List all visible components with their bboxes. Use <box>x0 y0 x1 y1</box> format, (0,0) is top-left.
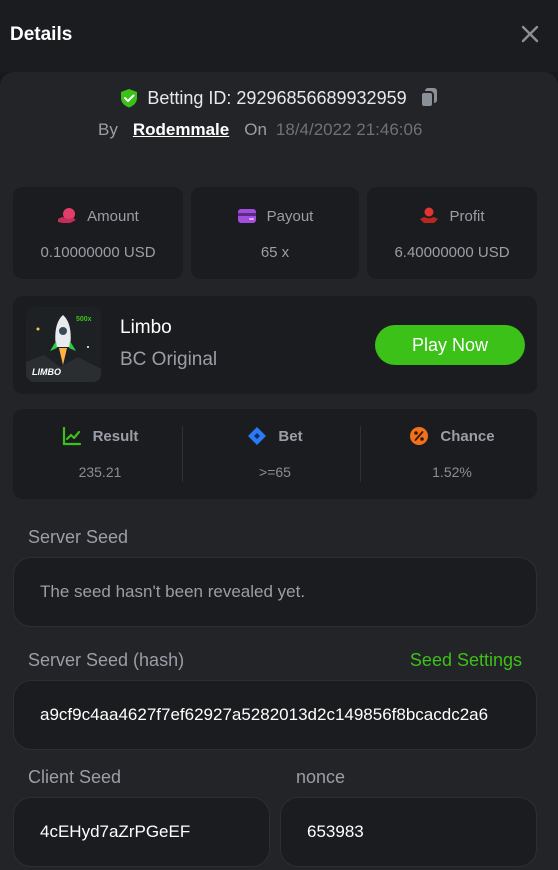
server-seed-field[interactable]: The seed hasn't been revealed yet. <box>13 557 537 627</box>
game-name: Limbo <box>120 317 172 338</box>
result-chart-icon <box>62 426 81 446</box>
server-seed-label: Server Seed <box>28 527 129 547</box>
seed-settings-link[interactable]: Seed Settings <box>410 650 522 671</box>
on-label: On <box>244 120 267 139</box>
stat-value: 0.10000000 USD <box>40 244 156 261</box>
thumb-badge: 500x <box>76 316 92 323</box>
game-card: 500x LIMBO Limbo BC Original Play Now <box>13 296 537 394</box>
divider <box>182 426 183 482</box>
stat-label: Amount <box>87 207 139 225</box>
modal-header: Details <box>0 0 558 72</box>
nonce-label: nonce <box>296 767 346 787</box>
username-link[interactable]: Rodemmale <box>133 120 229 140</box>
shield-check-icon <box>121 89 138 108</box>
stat-label: Payout <box>266 207 314 225</box>
nonce-field[interactable]: 653983 <box>280 797 537 867</box>
stat-card-profit: Profit 6.40000000 USD <box>367 187 537 279</box>
chance-column: Chance 1.52% <box>365 409 539 499</box>
by-label: By <box>98 120 118 139</box>
server-seed-hash-label: Server Seed (hash) <box>28 650 185 670</box>
client-seed-field[interactable]: 4cEHyd7aZrPGeEF <box>13 797 270 867</box>
thumb-title: LIMBO <box>32 367 61 377</box>
result-value: 235.21 <box>78 464 122 480</box>
stat-card-payout: Payout 65 x <box>191 187 359 279</box>
wallet-icon <box>237 209 256 223</box>
chance-value: 1.52% <box>432 464 472 480</box>
bet-label: Bet <box>278 427 303 445</box>
close-icon[interactable] <box>518 22 542 46</box>
bet-byline: By Rodemmale On 18/4/2022 21:46:06 <box>98 118 422 142</box>
hand-coin-icon <box>420 207 439 223</box>
modal-title: Details <box>10 24 73 45</box>
percent-icon <box>410 427 429 445</box>
chance-label: Chance <box>440 427 495 445</box>
stat-label: Profit <box>449 207 485 225</box>
ticket-icon <box>248 427 267 445</box>
copy-icon[interactable] <box>419 87 439 109</box>
bet-date: 18/4/2022 21:46:06 <box>275 120 423 139</box>
stat-value: 6.40000000 USD <box>394 244 510 261</box>
game-subtitle: BC Original <box>120 349 218 370</box>
bet-value: >=65 <box>259 464 291 480</box>
stat-value: 65 x <box>260 244 290 261</box>
stat-card-amount: Amount 0.10000000 USD <box>13 187 183 279</box>
divider <box>360 426 361 482</box>
coins-icon <box>58 208 77 223</box>
result-label: Result <box>92 427 139 445</box>
bet-column: Bet >=65 <box>188 409 362 499</box>
client-seed-label: Client Seed <box>28 767 122 787</box>
result-column: Result 235.21 <box>13 409 187 499</box>
play-now-button[interactable]: Play Now <box>375 325 525 365</box>
game-thumbnail[interactable]: 500x LIMBO <box>26 307 101 382</box>
betting-id-row: Betting ID: 29296856689932959 <box>0 86 558 110</box>
server-seed-hash-field[interactable]: a9cf9c4aa4627f7ef62927a5282013d2c149856f… <box>13 680 537 750</box>
betting-id: Betting ID: 29296856689932959 <box>147 87 407 108</box>
results-card: Result 235.21 Bet >=65 Chance 1.52% <box>13 409 537 499</box>
